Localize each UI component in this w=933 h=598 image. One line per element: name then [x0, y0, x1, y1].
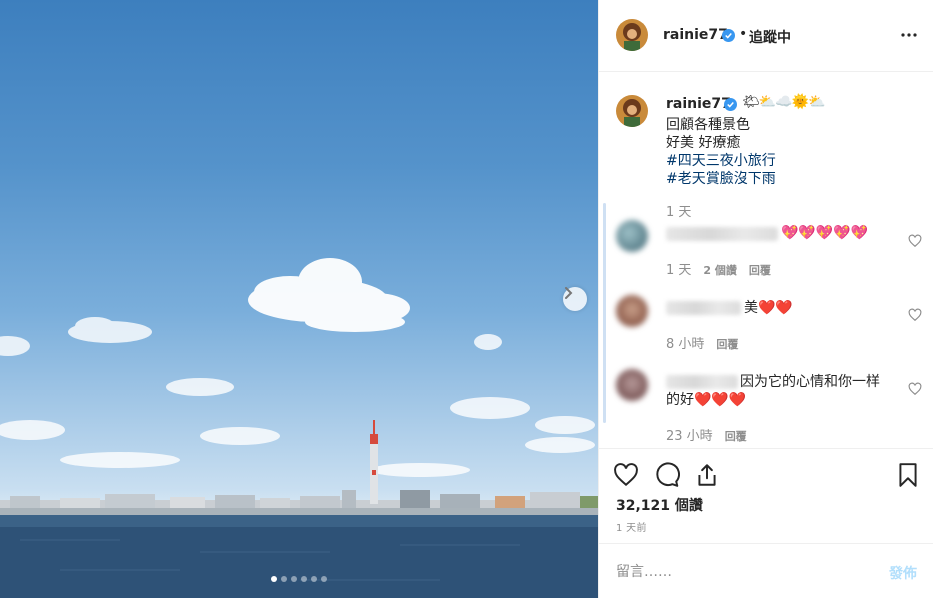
- next-slide-button[interactable]: [563, 287, 587, 311]
- like-count[interactable]: 32,121 個讚: [616, 495, 703, 515]
- more-options-button[interactable]: [898, 24, 920, 46]
- comments-list[interactable]: rainie77 🌤⛅☁️🌞⛅ 回顧各種景色 好美 好療癒 #四天三夜小旅行 #…: [599, 73, 933, 448]
- avatar[interactable]: [616, 95, 648, 127]
- add-comment-section: 發佈: [599, 543, 933, 598]
- following-button[interactable]: 追蹤中: [749, 27, 791, 47]
- carousel-dot: [301, 576, 307, 582]
- comment-time: 23 小時: [666, 429, 713, 444]
- like-comment-icon[interactable]: [908, 234, 922, 248]
- comment-likes[interactable]: 2 個讚: [703, 264, 736, 277]
- more-icon: [901, 33, 917, 37]
- reply-button[interactable]: 回覆: [716, 338, 738, 351]
- verified-badge-icon: [724, 98, 737, 111]
- avatar[interactable]: [616, 19, 648, 51]
- save-bookmark-icon[interactable]: [895, 462, 921, 488]
- hashtag-link[interactable]: #四天三夜小旅行: [666, 150, 776, 170]
- carousel-indicator: [0, 576, 598, 582]
- carousel-dot: [281, 576, 287, 582]
- carousel-dot: [271, 576, 277, 582]
- commenter-avatar[interactable]: [616, 369, 648, 401]
- hashtag-link[interactable]: #老天賞臉沒下雨: [666, 168, 776, 188]
- username[interactable]: rainie77: [663, 27, 728, 43]
- post-header: rainie77 • 追蹤中: [599, 0, 933, 72]
- avatar-image: [616, 95, 648, 127]
- comment-meta: 1 天 2 個讚 回覆: [666, 259, 771, 278]
- comment-time: 8 小時: [666, 337, 705, 352]
- post-actions: 32,121 個讚 1 天前: [599, 448, 933, 543]
- reply-button[interactable]: 回覆: [725, 430, 747, 443]
- comment-text: 💖💖💖💖💖: [781, 225, 869, 241]
- scrollbar[interactable]: [603, 203, 606, 423]
- caption-username[interactable]: rainie77: [666, 96, 731, 112]
- like-comment-icon[interactable]: [908, 382, 922, 396]
- share-icon[interactable]: [694, 462, 720, 488]
- comment-input[interactable]: [616, 558, 876, 586]
- post-sidebar: rainie77 • 追蹤中 rainie77 🌤⛅☁️🌞⛅ 回顧各種景色 好美…: [598, 0, 933, 598]
- commenter-name-blurred: [666, 375, 738, 389]
- weather-emoji: 🌤⛅☁️🌞⛅: [742, 94, 825, 110]
- comment-meta: 8 小時 回覆: [666, 333, 738, 352]
- commenter-avatar[interactable]: [616, 220, 648, 252]
- comment-icon[interactable]: [654, 462, 680, 488]
- verified-badge-icon: [722, 29, 735, 42]
- comment-text: 美❤️❤️: [744, 300, 793, 316]
- caption-time: 1 天: [666, 205, 692, 220]
- comment-text: 因为它的心情和你一样: [740, 374, 880, 390]
- comment-meta: 23 小時 回覆: [666, 425, 747, 444]
- like-icon[interactable]: [613, 462, 639, 488]
- like-comment-icon[interactable]: [908, 308, 922, 322]
- post-timestamp: 1 天前: [616, 523, 647, 534]
- seascape-image: [0, 258, 598, 598]
- commenter-avatar[interactable]: [616, 295, 648, 327]
- instagram-post-modal: rainie77 • 追蹤中 rainie77 🌤⛅☁️🌞⛅ 回顧各種景色 好美…: [0, 0, 933, 598]
- carousel-dot: [311, 576, 317, 582]
- comment-time: 1 天: [666, 263, 692, 278]
- post-photo: [0, 0, 598, 598]
- separator: •: [739, 26, 748, 42]
- reply-button[interactable]: 回覆: [749, 264, 771, 277]
- caption-line: 好美 好療癒: [666, 135, 741, 151]
- commenter-name-blurred: [666, 301, 741, 315]
- caption-line: 回顧各種景色: [666, 117, 750, 133]
- carousel-dot: [291, 576, 297, 582]
- commenter-name-blurred: [666, 227, 778, 241]
- avatar-image: [616, 19, 648, 51]
- carousel-dot: [321, 576, 327, 582]
- chevron-right-icon: [565, 287, 573, 299]
- post-comment-button[interactable]: 發佈: [889, 563, 917, 583]
- comment-text: 的好❤️❤️❤️: [666, 392, 747, 408]
